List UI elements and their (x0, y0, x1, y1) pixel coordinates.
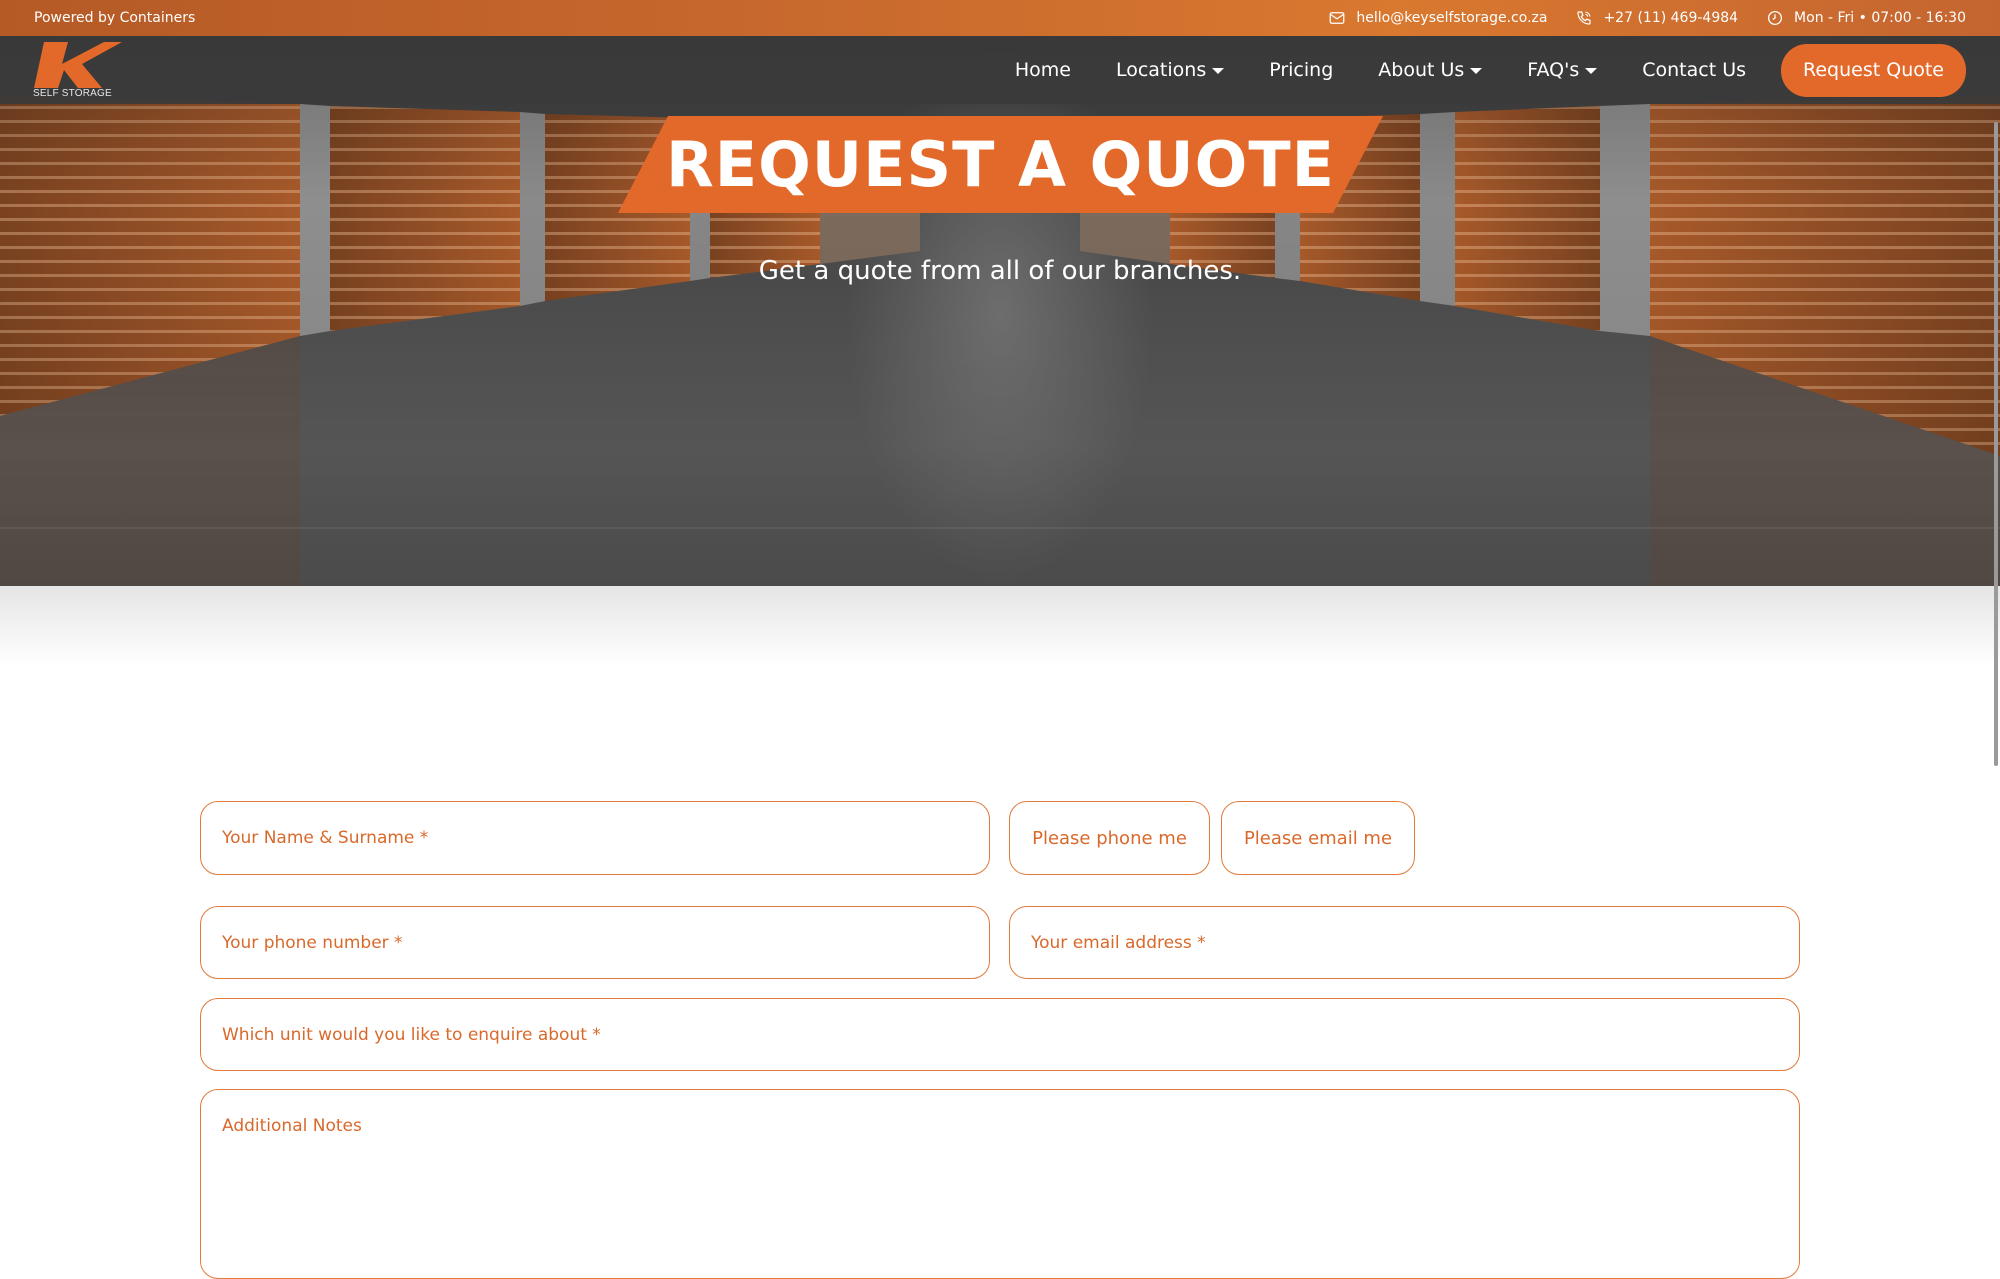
hero-title-banner: REQUEST A QUOTE (618, 116, 1383, 213)
logo-tagline: SELF STORAGE (33, 88, 112, 99)
powered-by-text: Powered by Containers (34, 10, 196, 26)
logo-k-icon (34, 42, 122, 88)
page-title: REQUEST A QUOTE (666, 128, 1335, 201)
phone-input[interactable]: Your phone number * (200, 906, 990, 979)
phone-icon (1577, 11, 1592, 25)
caret-down-icon (1470, 68, 1483, 74)
nav-locations[interactable]: Locations (1115, 59, 1225, 81)
nav-faqs[interactable]: FAQ's (1527, 59, 1598, 81)
please-email-me-option[interactable]: Please email me (1221, 801, 1415, 875)
phone-link[interactable]: +27 (11) 469-4984 (1603, 10, 1738, 26)
nav-locations-label: Locations (1115, 59, 1207, 81)
hero-shadow (0, 586, 2000, 666)
nav-pricing[interactable]: Pricing (1269, 59, 1333, 81)
top-info-bar: Powered by Containers hello@keyselfstora… (0, 0, 2000, 36)
email-info[interactable]: hello@keyselfstorage.co.za (1328, 9, 1547, 27)
request-quote-button[interactable]: Request Quote (1781, 43, 1966, 97)
nav-faqs-label: FAQ's (1527, 59, 1580, 81)
phone-info[interactable]: +27 (11) 469-4984 (1575, 9, 1738, 27)
nav-pricing-label: Pricing (1269, 59, 1334, 81)
nav-about-us[interactable]: About Us (1378, 59, 1483, 81)
nav-home-label: Home (1014, 59, 1071, 81)
nav-contact-us[interactable]: Contact Us (1642, 59, 1746, 81)
email-placeholder: Your email address * (1031, 932, 1206, 953)
notes-placeholder: Additional Notes (222, 1116, 362, 1136)
additional-notes-textarea[interactable]: Additional Notes (200, 1089, 1800, 1279)
please-phone-me-option[interactable]: Please phone me (1009, 801, 1210, 875)
unit-placeholder: Which unit would you like to enquire abo… (222, 1024, 601, 1045)
name-input[interactable]: Your Name & Surname * (200, 801, 990, 875)
nav-menu: Home Locations Pricing About Us FAQ's Co… (970, 36, 1966, 104)
page-subtitle: Get a quote from all of our branches. (758, 256, 1242, 286)
clock-icon (1768, 10, 1783, 26)
unit-enquiry-input[interactable]: Which unit would you like to enquire abo… (200, 998, 1800, 1071)
email-input[interactable]: Your email address * (1009, 906, 1800, 979)
caret-down-icon (1585, 68, 1598, 74)
caret-down-icon (1212, 68, 1225, 74)
phone-placeholder: Your phone number * (222, 932, 403, 953)
email-link[interactable]: hello@keyselfstorage.co.za (1356, 10, 1547, 26)
page-scrollbar[interactable] (1994, 122, 1998, 766)
office-hours: Mon - Fri • 07:00 - 16:30 (1794, 10, 1966, 26)
nav-about-us-label: About Us (1378, 59, 1465, 81)
nav-contact-us-label: Contact Us (1642, 59, 1747, 81)
name-placeholder: Your Name & Surname * (222, 828, 429, 848)
nav-home[interactable]: Home (1015, 59, 1071, 81)
envelope-icon (1329, 12, 1345, 24)
site-logo[interactable]: SELF STORAGE (32, 40, 128, 100)
hours-info: Mon - Fri • 07:00 - 16:30 (1766, 9, 1966, 27)
main-navigation: SELF STORAGE Home Locations Pricing Abou… (0, 36, 2000, 104)
